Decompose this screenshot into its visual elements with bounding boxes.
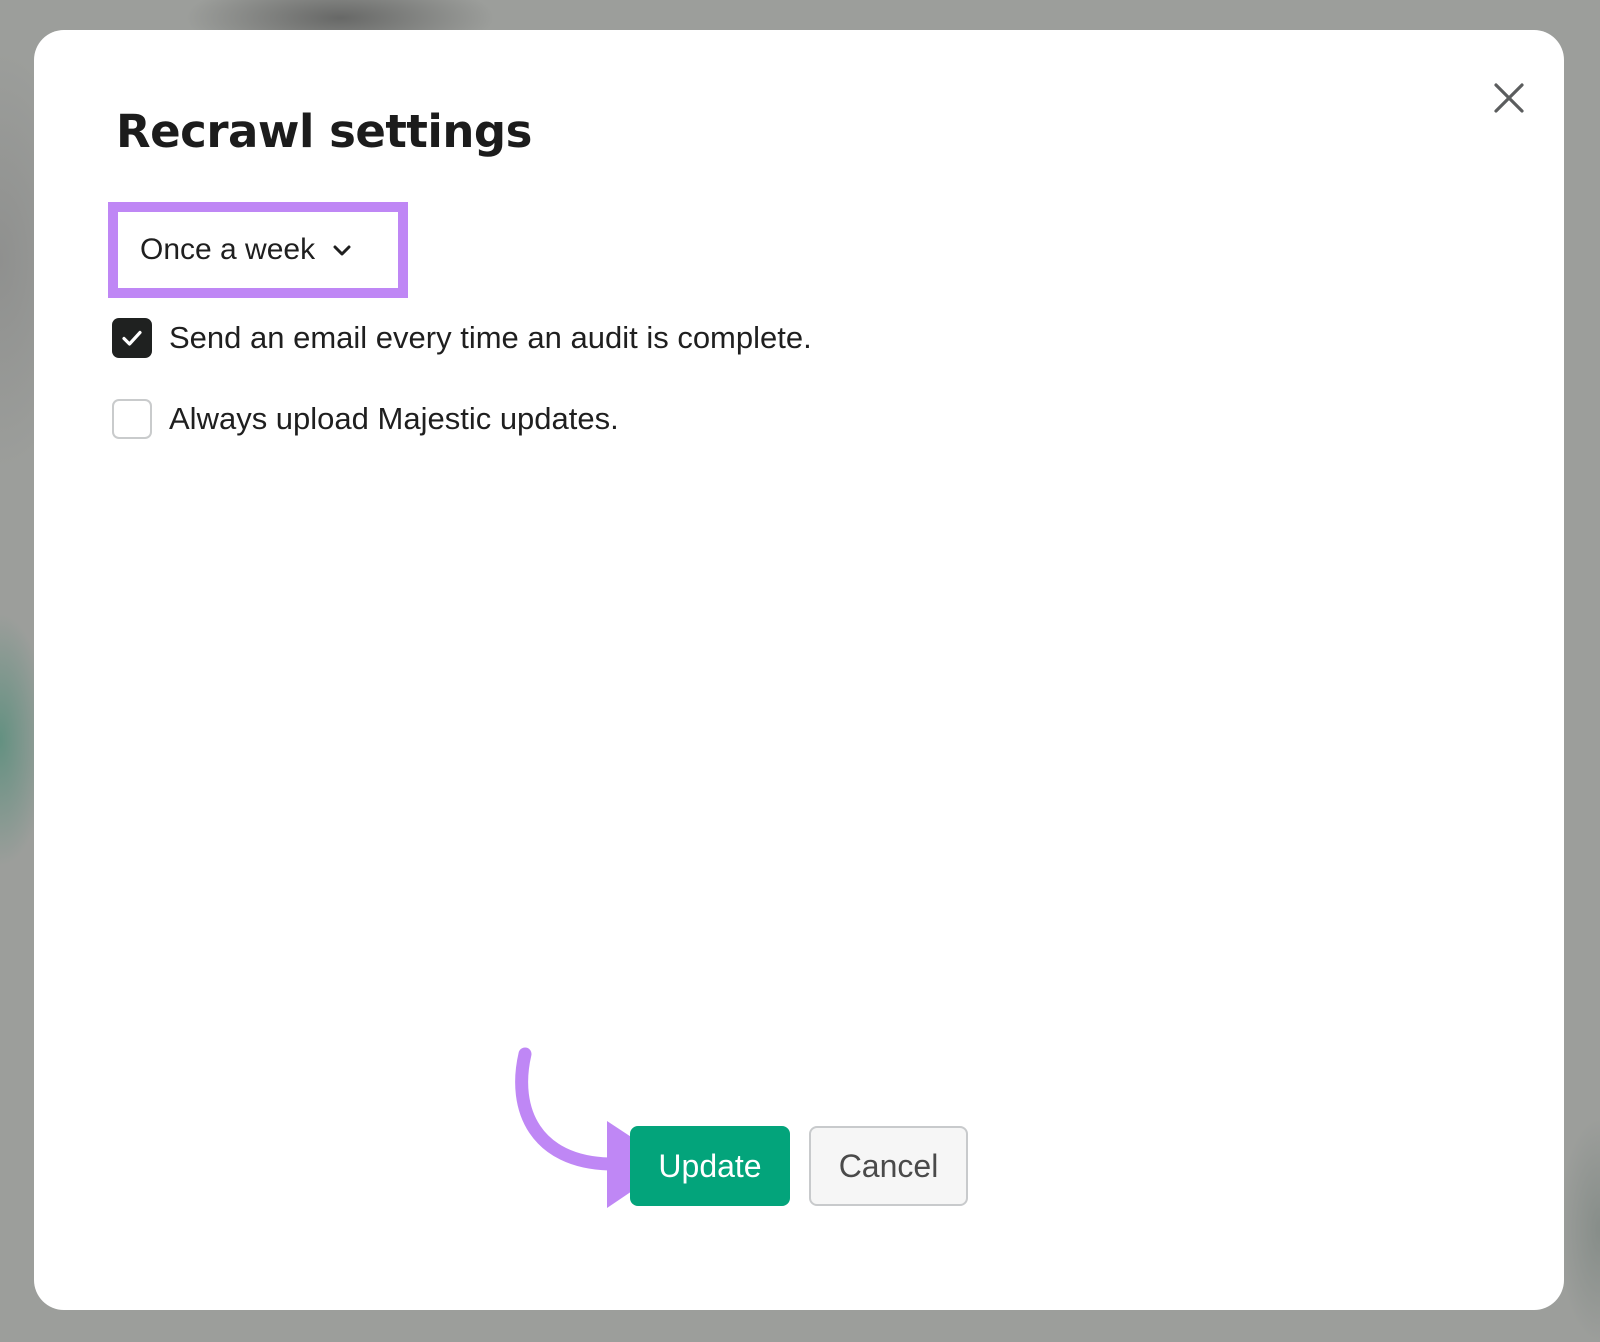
cancel-button[interactable]: Cancel [809, 1126, 968, 1206]
checkmark-icon [122, 330, 142, 346]
frequency-selected-value: Once a week [140, 233, 316, 266]
recrawl-settings-dialog: Recrawl settings Once a week Send an ema… [34, 30, 1564, 1310]
chevron-down-icon [333, 245, 351, 256]
email-notification-option[interactable]: Send an email every time an audit is com… [112, 318, 812, 358]
frequency-dropdown[interactable]: Once a week [128, 222, 388, 278]
frequency-highlight-box: Once a week [108, 202, 408, 298]
majestic-updates-checkbox[interactable] [112, 399, 152, 439]
majestic-updates-option[interactable]: Always upload Majestic updates. [112, 399, 619, 439]
email-notification-label: Send an email every time an audit is com… [169, 320, 812, 355]
majestic-updates-label: Always upload Majestic updates. [169, 401, 619, 436]
email-notification-checkbox[interactable] [112, 318, 152, 358]
update-button[interactable]: Update [630, 1126, 790, 1206]
dialog-title: Recrawl settings [116, 105, 532, 158]
close-button[interactable] [1489, 78, 1529, 118]
close-icon [1494, 83, 1524, 113]
